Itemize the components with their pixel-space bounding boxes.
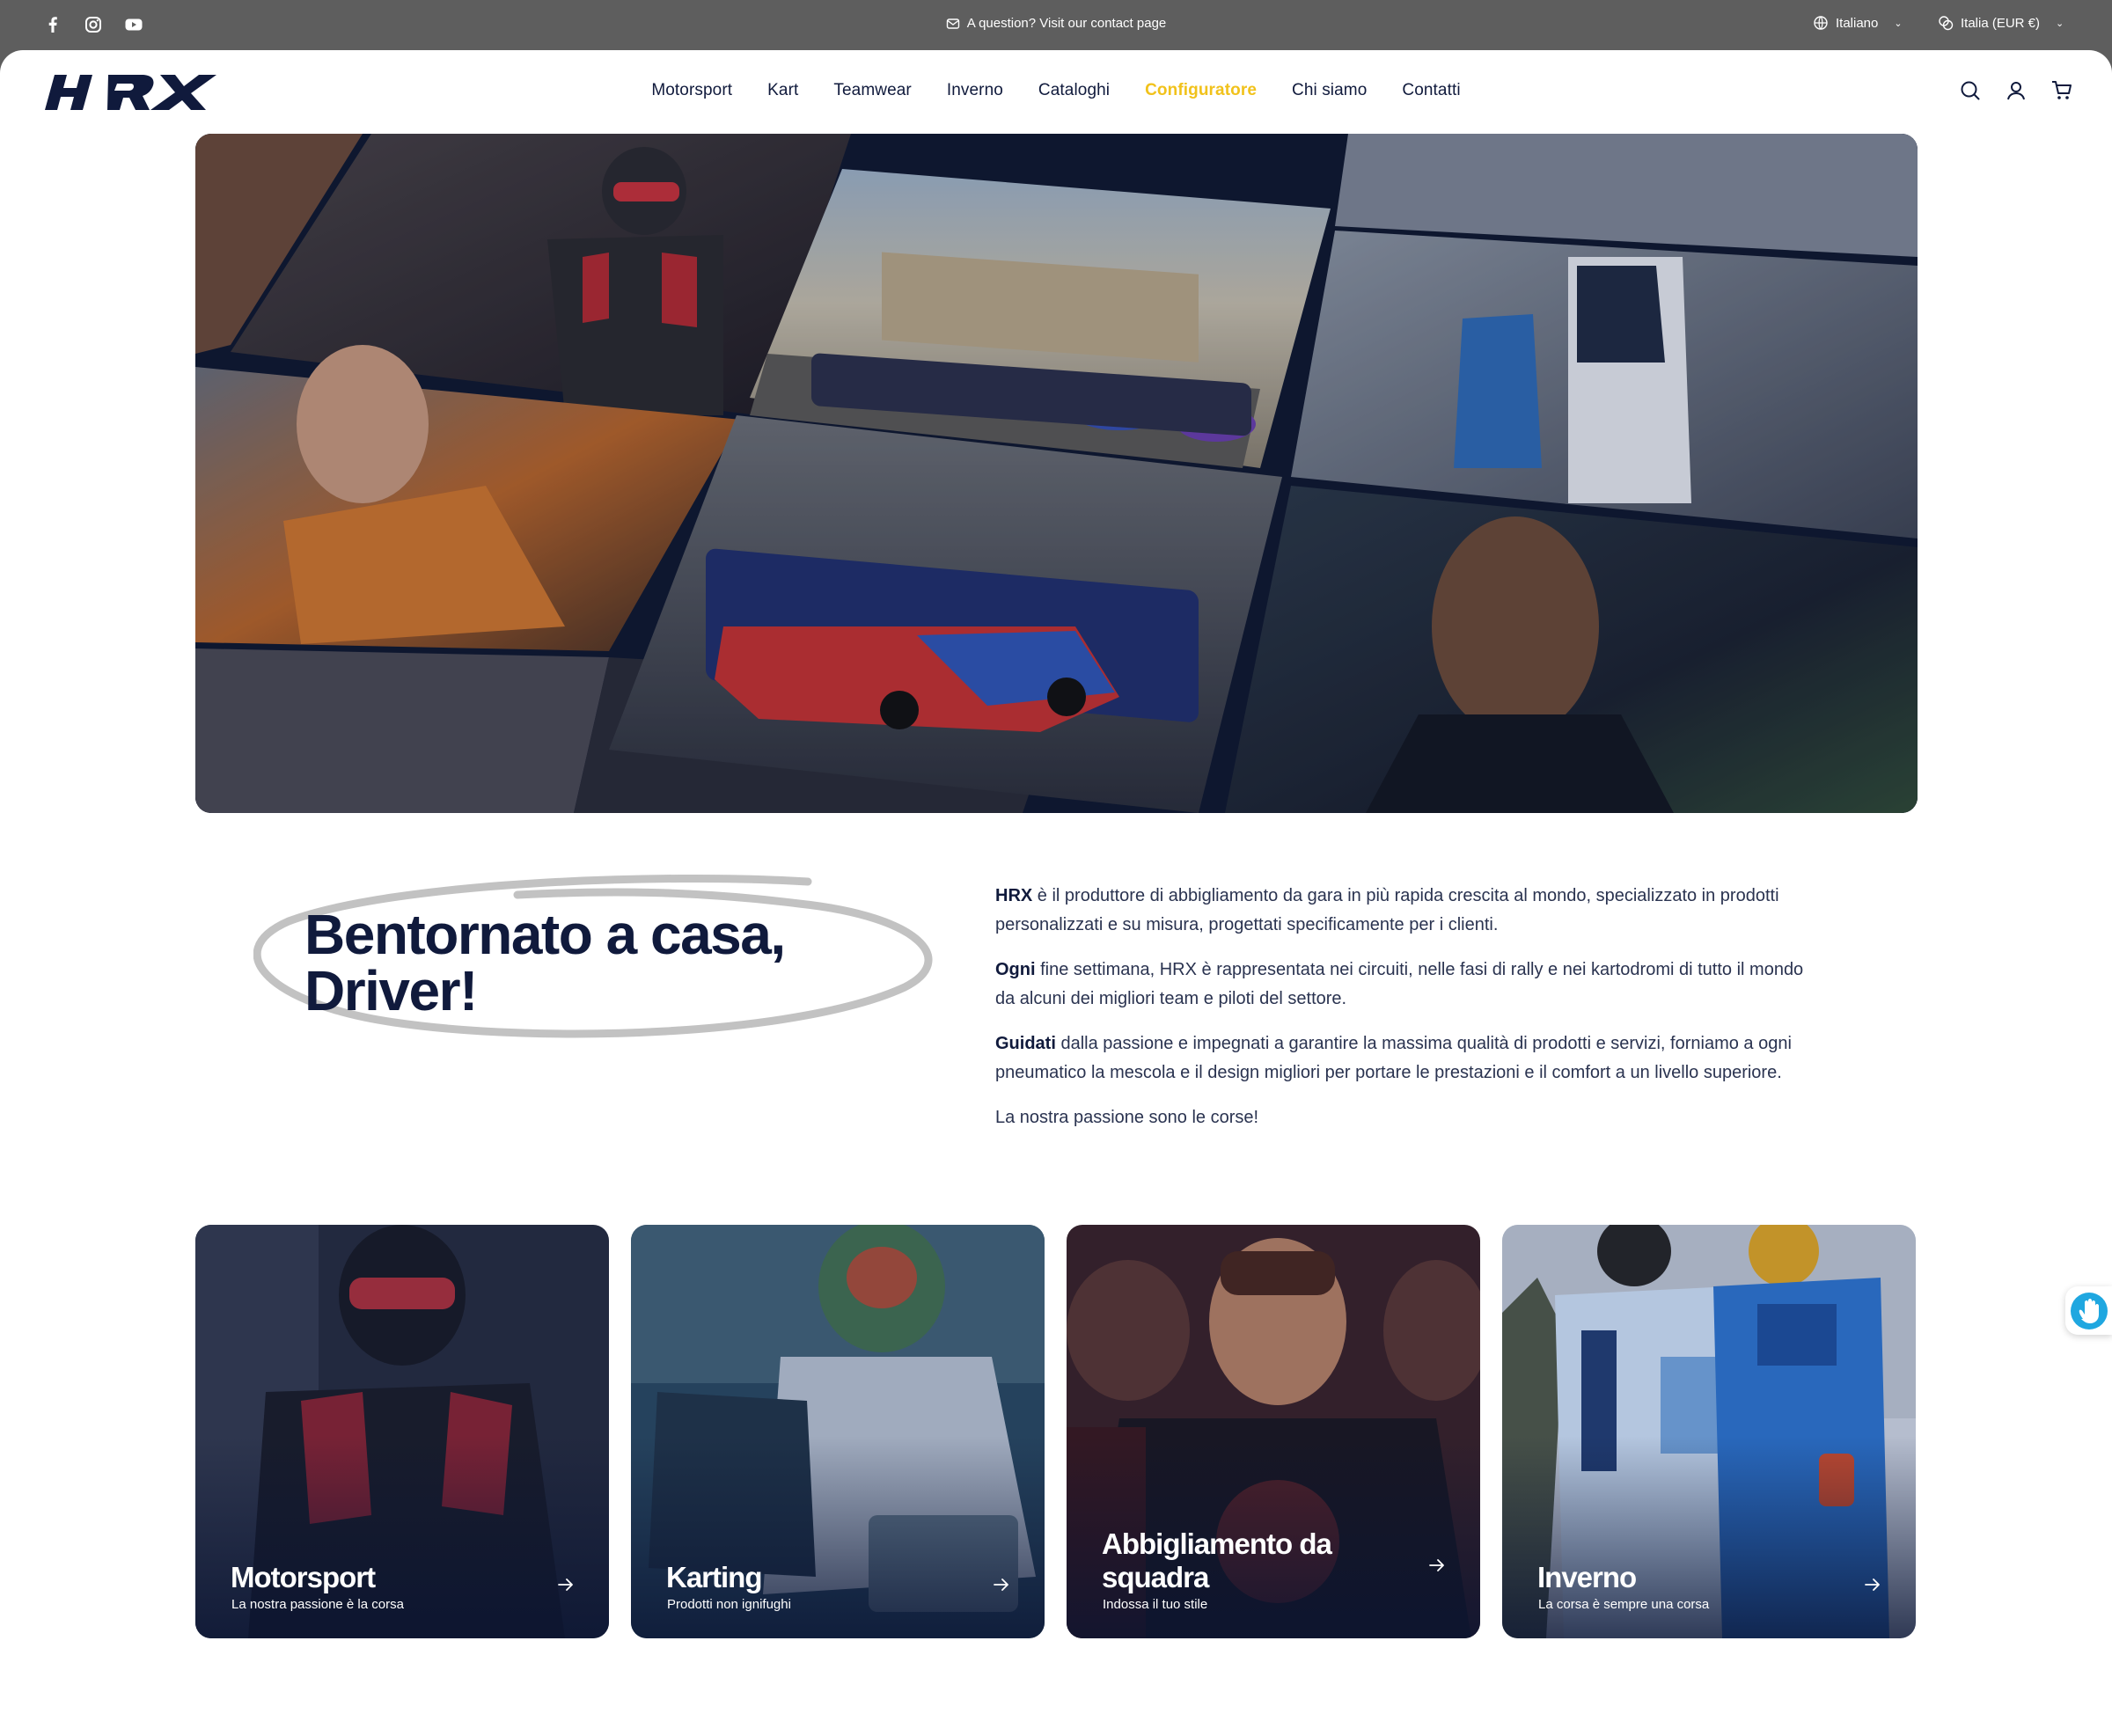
page: Motorsport Kart Teamwear Inverno Catalog…: [0, 50, 2112, 1736]
globe-icon: [1814, 16, 1828, 30]
intro-paragraph-text: dalla passione e impegnati a garantire l…: [995, 1034, 1792, 1082]
intro-lead-word: Ogni: [995, 960, 1036, 979]
announcement-bar: A question? Visit our contact page Itali…: [0, 0, 2112, 50]
nav-kart[interactable]: Kart: [750, 81, 816, 100]
intro-paragraph: La nostra passione sono le corse!: [995, 1103, 1814, 1132]
intro-paragraph: Guidati dalla passione e impegnati a gar…: [995, 1029, 1814, 1088]
mail-icon: [946, 18, 959, 29]
language-selector[interactable]: Italiano ⌄: [1813, 15, 1903, 31]
intro-paragraph: HRX è il produttore di abbigliamento da …: [995, 882, 1814, 940]
card-subtitle: La nostra passione è la corsa: [231, 1597, 404, 1612]
arrow-right-icon: [558, 1579, 573, 1591]
chevron-down-icon: ⌄: [2056, 18, 2064, 29]
nav-configuratore[interactable]: Configuratore: [1127, 81, 1274, 100]
arrow-right-icon: [1429, 1559, 1444, 1571]
intro-paragraph: Ogni fine settimana, HRX è rappresentata…: [995, 956, 1814, 1014]
title-line-2: Driver!: [304, 959, 478, 1022]
arrow-right-icon: [994, 1579, 1008, 1591]
nav-chi-siamo[interactable]: Chi siamo: [1274, 81, 1384, 100]
intro-paragraph-text: fine settimana, HRX è rappresentata nei …: [995, 960, 1804, 1008]
hero-video-collage: [195, 134, 1918, 813]
intro-text: HRX è il produttore di abbigliamento da …: [995, 882, 1814, 1148]
category-card-karting[interactable]: Karting Prodotti non ignifughi: [631, 1225, 1045, 1638]
hero-collage-image: [195, 134, 1918, 813]
account-icon[interactable]: [2005, 79, 2028, 102]
currency-icon: [1939, 16, 1954, 31]
intro-heading-block: Bentornato a casa, Driver!: [253, 855, 940, 1066]
chevron-down-icon: ⌄: [1894, 18, 1903, 29]
card-title: Inverno: [1537, 1561, 1637, 1593]
header-actions: [1959, 79, 2073, 102]
country-label: Italia (EUR €): [1961, 15, 2041, 31]
arrow-right-icon: [1865, 1579, 1880, 1591]
announcement-text: A question? Visit our contact page: [966, 16, 1167, 31]
nav-teamwear[interactable]: Teamwear: [816, 81, 928, 100]
nav-cataloghi[interactable]: Cataloghi: [1021, 81, 1127, 100]
card-subtitle: Prodotti non ignifughi: [667, 1597, 791, 1612]
intro-lead-word: HRX: [995, 886, 1033, 905]
page-title: Bentornato a casa, Driver!: [304, 903, 786, 1022]
nav-motorsport[interactable]: Motorsport: [634, 81, 750, 100]
category-card-teamwear[interactable]: Abbigliamento da squadra Indossa il tuo …: [1067, 1225, 1480, 1638]
card-title: Karting: [666, 1561, 763, 1593]
accessibility-hand-icon: [2071, 1293, 2108, 1329]
intro-paragraph-text: è il produttore di abbigliamento da gara…: [995, 886, 1779, 934]
title-line-1: Bentornato a casa,: [304, 903, 786, 966]
card-title: Abbigliamento da squadra: [1102, 1527, 1332, 1593]
country-selector[interactable]: Italia (EUR €) ⌄: [1938, 15, 2064, 31]
category-card-inverno[interactable]: Inverno La corsa è sempre una corsa: [1502, 1225, 1916, 1638]
card-title: Motorsport: [231, 1561, 376, 1593]
cart-icon[interactable]: [2050, 79, 2073, 102]
nav-inverno[interactable]: Inverno: [929, 81, 1021, 100]
nav-contatti[interactable]: Contatti: [1384, 81, 1478, 100]
announcement-link[interactable]: A question? Visit our contact page: [0, 16, 2112, 31]
language-label: Italiano: [1836, 15, 1879, 31]
intro-paragraph-text: La nostra passione sono le corse!: [995, 1108, 1259, 1127]
intro-lead-word: Guidati: [995, 1034, 1056, 1053]
category-card-motorsport[interactable]: Motorsport La nostra passione è la corsa: [195, 1225, 609, 1638]
main-nav: Motorsport Kart Teamwear Inverno Catalog…: [0, 81, 2112, 100]
search-icon[interactable]: [1959, 79, 1982, 102]
accessibility-button[interactable]: [2065, 1286, 2112, 1335]
card-subtitle: La corsa è sempre una corsa: [1538, 1597, 1710, 1612]
card-subtitle: Indossa il tuo stile: [1103, 1597, 1208, 1612]
